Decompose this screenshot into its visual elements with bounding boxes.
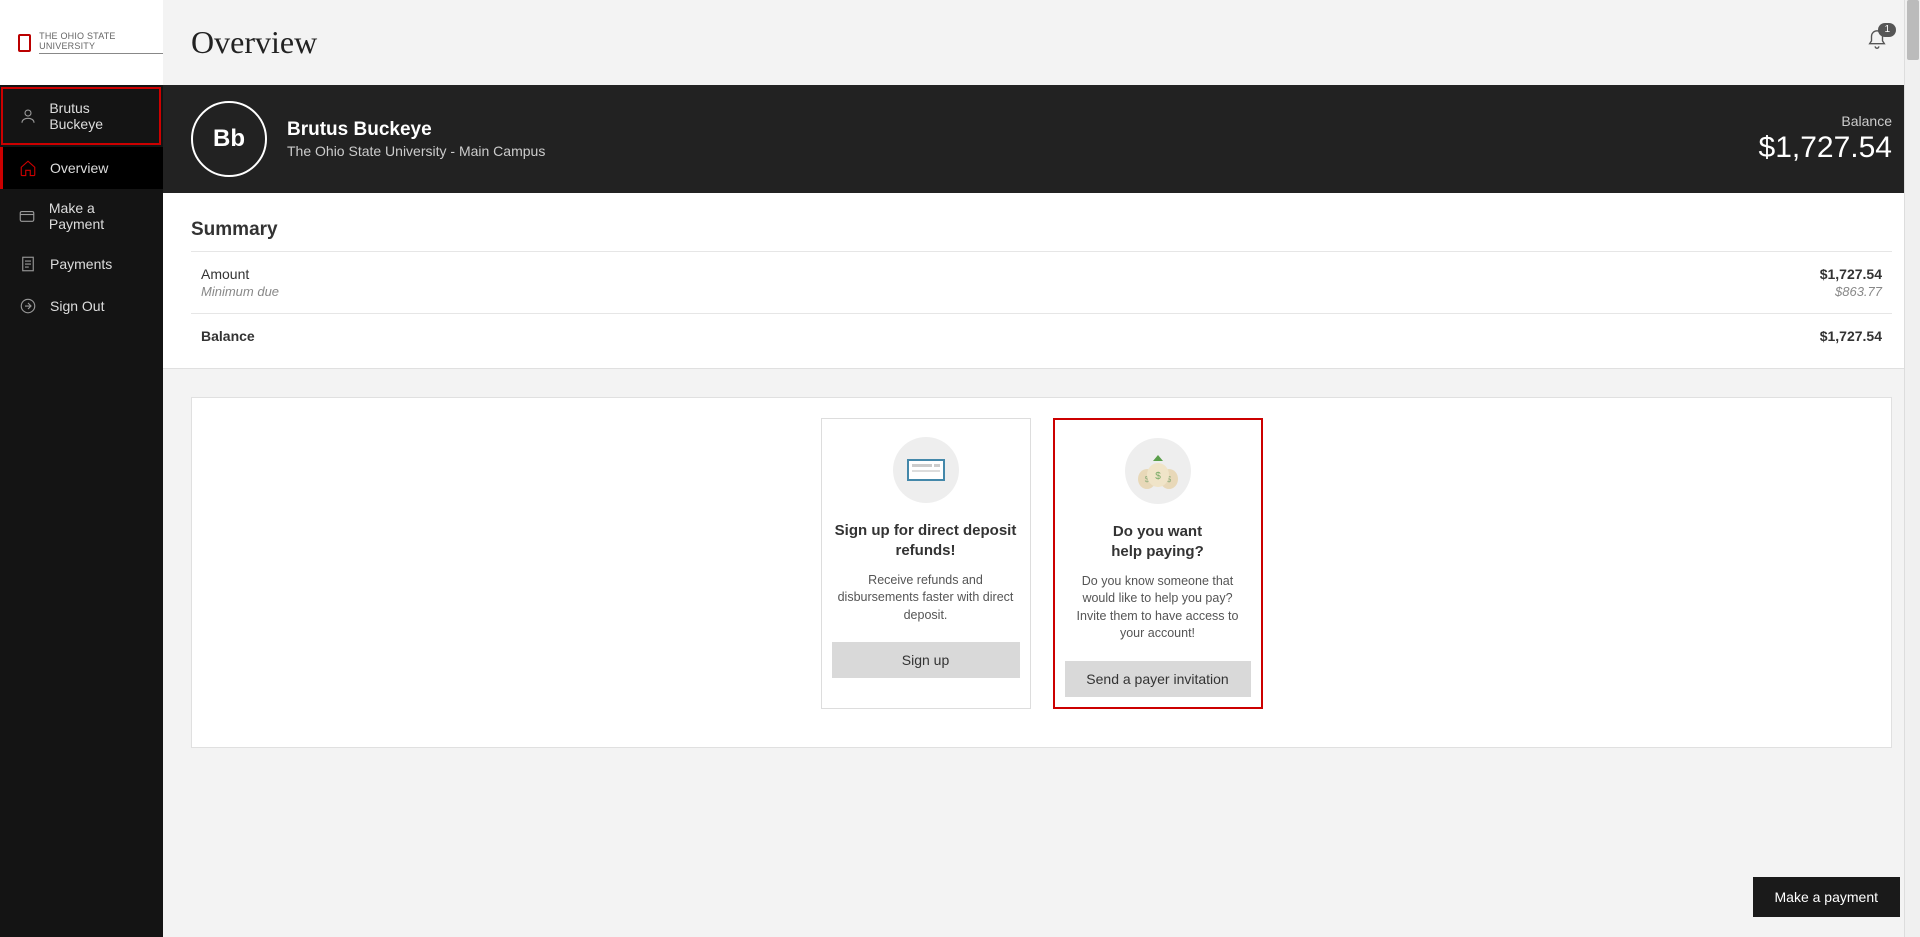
- wallet-icon: [18, 206, 37, 226]
- profile-name: Brutus Buckeye: [287, 119, 1739, 141]
- balance-amount: $1,727.54: [1759, 131, 1892, 165]
- card-direct-deposit: Sign up for direct deposit refunds! Rece…: [821, 418, 1031, 709]
- summary-title: Summary: [191, 219, 1892, 241]
- notification-count-badge: 1: [1878, 23, 1896, 37]
- sidebar-item-make-a-payment[interactable]: Make a Payment: [0, 189, 163, 243]
- sign-out-icon: [18, 296, 38, 316]
- sidebar-item-label: Sign Out: [50, 298, 104, 314]
- profile-info: Brutus Buckeye The Ohio State University…: [287, 119, 1739, 159]
- sidebar-item-payments[interactable]: Payments: [0, 243, 163, 285]
- profile-strip: Bb Brutus Buckeye The Ohio State Univers…: [163, 85, 1920, 193]
- scrollbar[interactable]: [1904, 0, 1920, 937]
- receipt-icon: [18, 254, 38, 274]
- sign-up-button[interactable]: Sign up: [832, 642, 1020, 678]
- summary-value: $1,727.54: [1820, 328, 1882, 344]
- brand-logo-icon: [18, 34, 31, 52]
- card-description: Receive refunds and disbursements faster…: [832, 572, 1020, 625]
- profile-subtitle: The Ohio State University - Main Campus: [287, 143, 1739, 159]
- top-header: Overview 1: [163, 0, 1920, 85]
- user-icon: [18, 106, 37, 126]
- sidebar-item-overview[interactable]: Overview: [0, 147, 163, 189]
- check-illustration-icon: [893, 437, 959, 503]
- cards-section: Sign up for direct deposit refunds! Rece…: [163, 369, 1920, 776]
- summary-subvalue: $863.77: [1820, 284, 1882, 299]
- bell-icon: [1866, 38, 1888, 55]
- home-icon: [18, 158, 38, 178]
- summary-value: $1,727.54: [1820, 266, 1882, 282]
- balance-label: Balance: [1759, 113, 1892, 129]
- svg-text:$: $: [1155, 471, 1161, 482]
- sidebar-item-label: Overview: [50, 160, 108, 176]
- cards-panel: Sign up for direct deposit refunds! Rece…: [191, 397, 1892, 748]
- sidebar-user-label: Brutus Buckeye: [49, 100, 144, 132]
- brand-name: The Ohio State University: [39, 31, 163, 54]
- cards-row: Sign up for direct deposit refunds! Rece…: [192, 418, 1891, 709]
- notifications-button[interactable]: 1: [1866, 29, 1892, 56]
- send-payer-invitation-button[interactable]: Send a payer invitation: [1065, 661, 1251, 697]
- summary-section: Summary Amount Minimum due $1,727.54 $86…: [163, 193, 1920, 369]
- sidebar-user[interactable]: Brutus Buckeye: [1, 87, 161, 145]
- sidebar-item-label: Payments: [50, 256, 112, 272]
- sidebar-item-label: Make a Payment: [49, 200, 148, 232]
- summary-sublabel: Minimum due: [201, 284, 279, 299]
- main-content: Overview 1 Bb Brutus Buckeye The Ohio St…: [163, 0, 1920, 937]
- page-title: Overview: [191, 24, 317, 61]
- card-title: Do you want help paying?: [1111, 522, 1204, 563]
- summary-label: Balance: [201, 328, 255, 344]
- summary-row-balance: Balance $1,727.54: [191, 313, 1892, 358]
- summary-row-amount: Amount Minimum due $1,727.54 $863.77: [191, 251, 1892, 313]
- balance-box: Balance $1,727.54: [1759, 113, 1892, 165]
- money-bags-icon: $ $ $: [1125, 438, 1191, 504]
- card-payer-invitation: $ $ $ Do you want help paying? Do you kn…: [1053, 418, 1263, 709]
- summary-label: Amount: [201, 266, 279, 282]
- sidebar-item-sign-out[interactable]: Sign Out: [0, 285, 163, 327]
- card-description: Do you know someone that would like to h…: [1065, 573, 1251, 643]
- brand-logo-area: The Ohio State University: [0, 0, 163, 85]
- make-a-payment-button[interactable]: Make a payment: [1753, 877, 1901, 917]
- sidebar: The Ohio State University Brutus Buckeye…: [0, 0, 163, 937]
- scrollbar-thumb[interactable]: [1907, 0, 1919, 60]
- card-title: Sign up for direct deposit refunds!: [835, 521, 1017, 562]
- avatar: Bb: [191, 101, 267, 177]
